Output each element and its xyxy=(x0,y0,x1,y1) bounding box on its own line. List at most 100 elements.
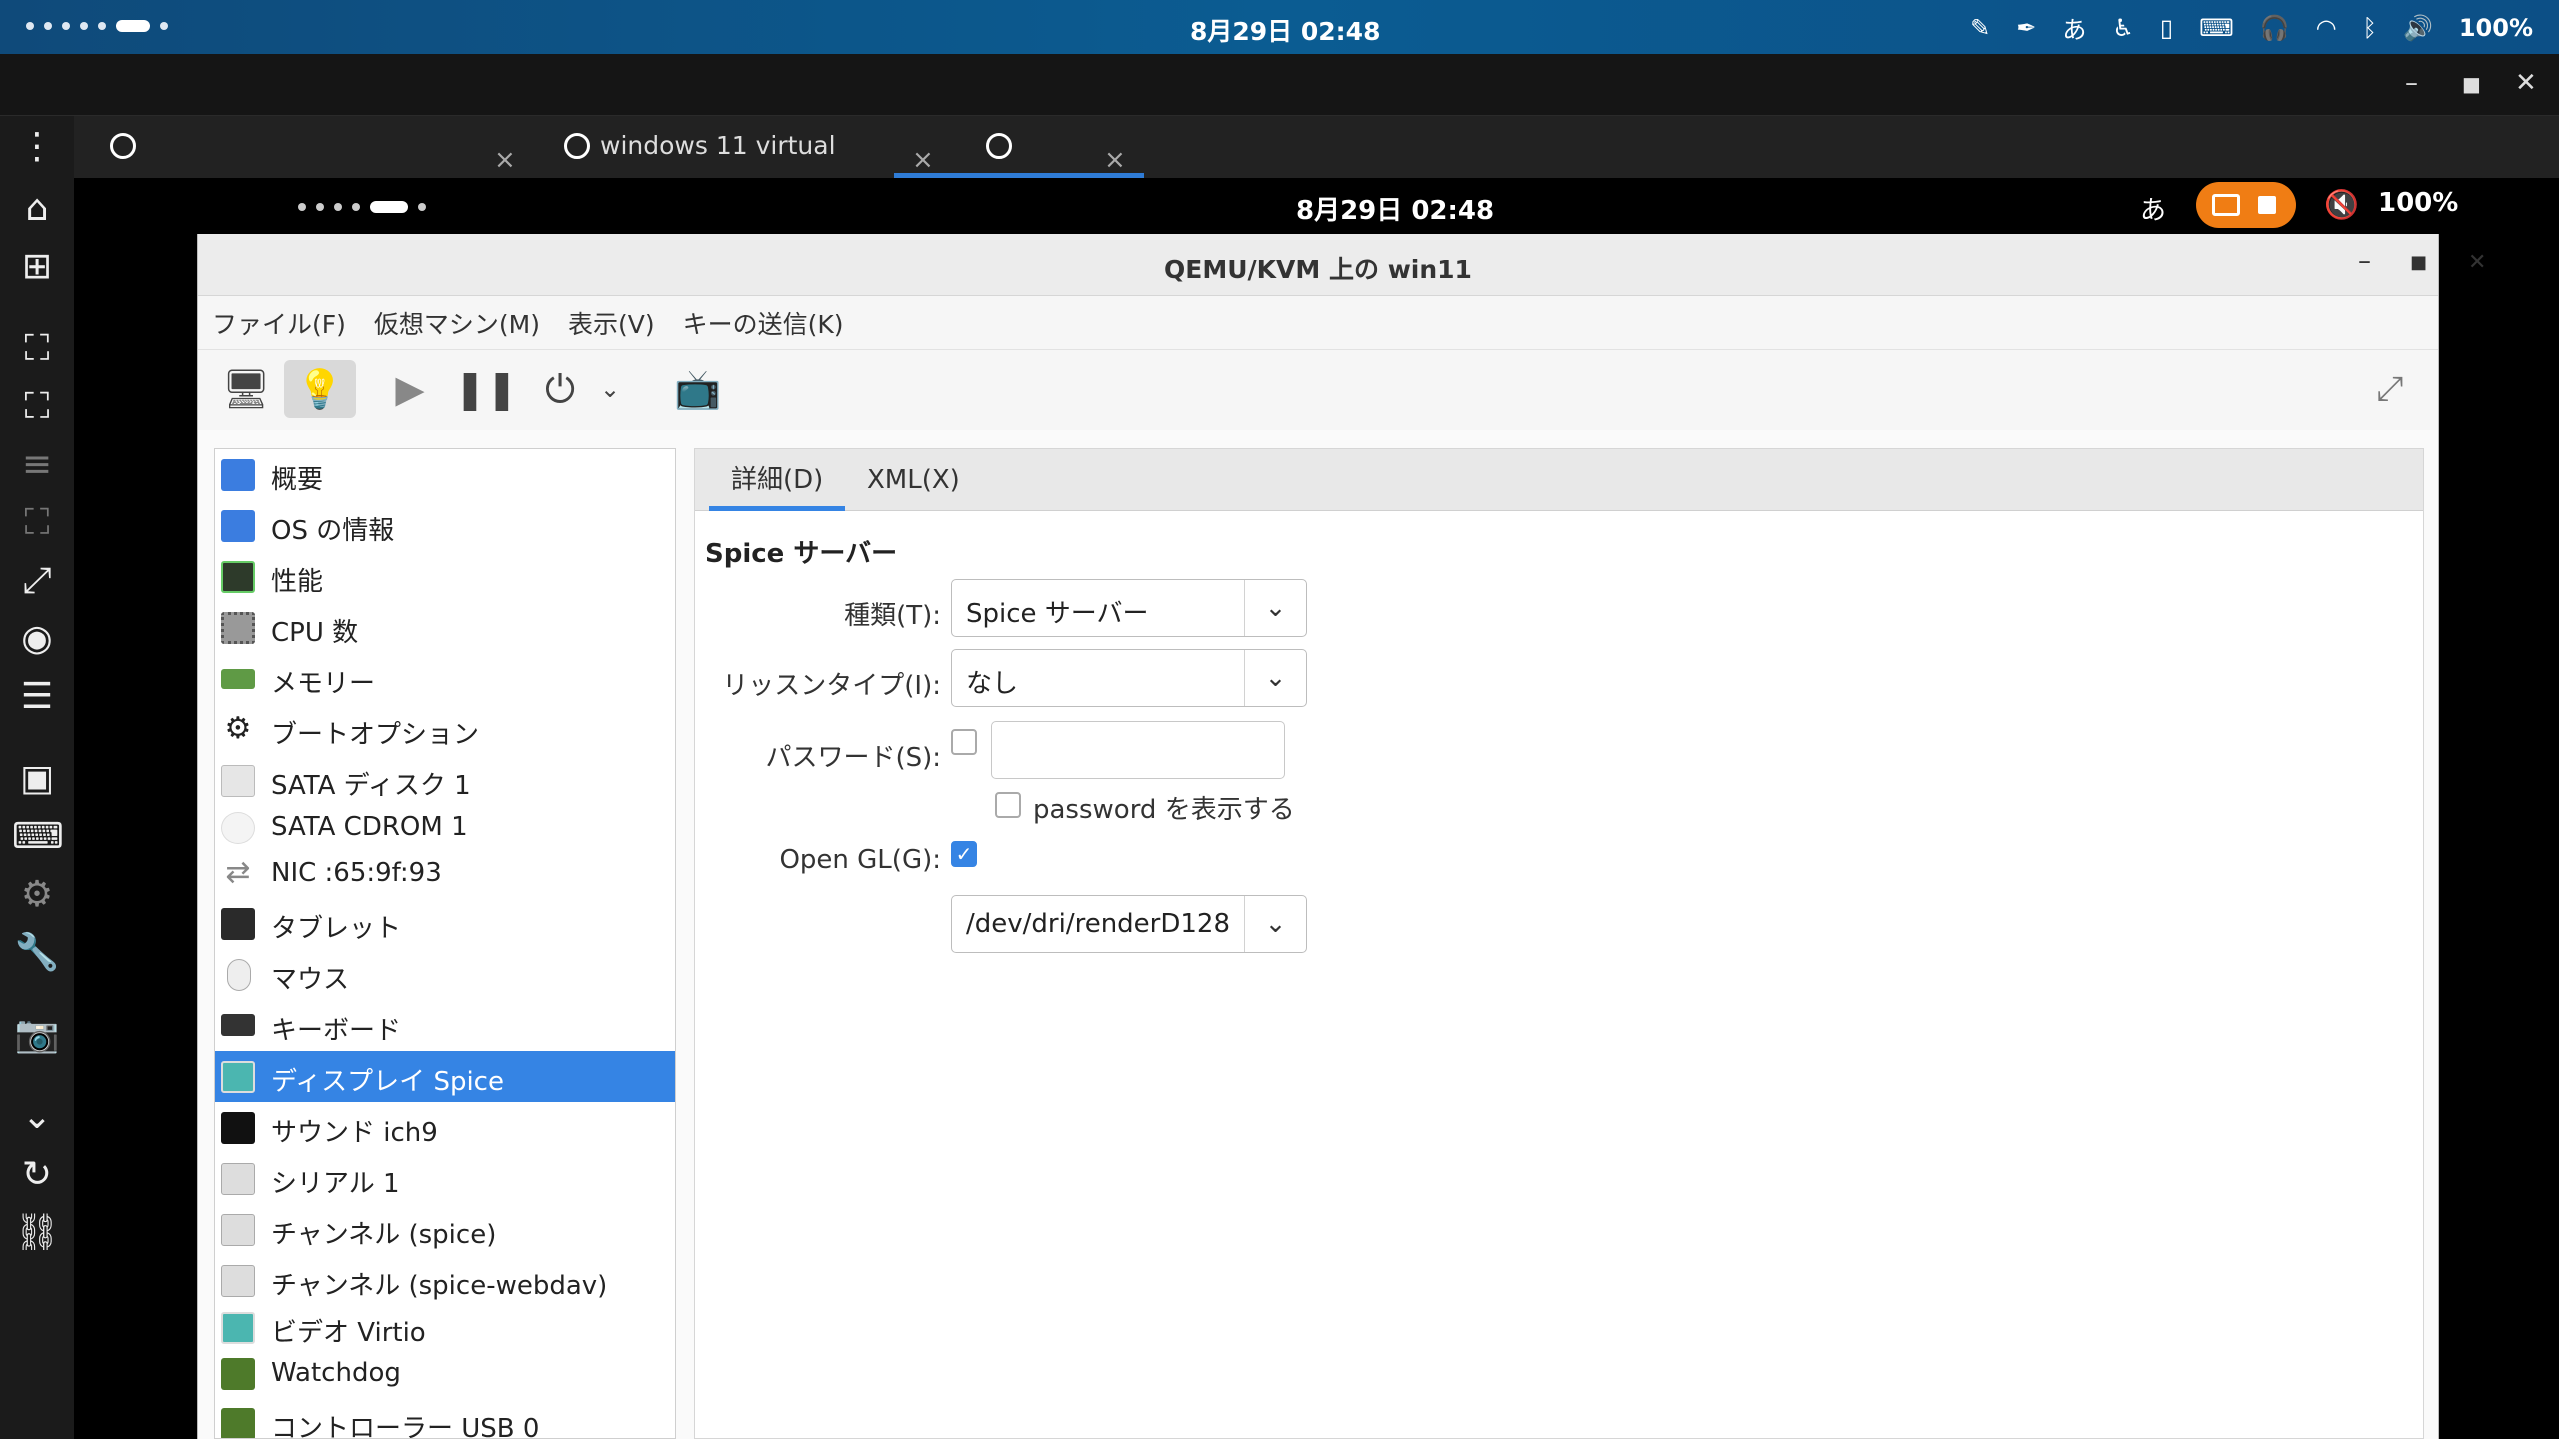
more-vert-icon[interactable]: ⋮ xyxy=(12,122,62,172)
minimize-icon[interactable]: – xyxy=(2358,246,2371,276)
list-item[interactable]: OS の情報 xyxy=(215,500,675,551)
list-item[interactable]: SATA ディスク 1 xyxy=(215,755,675,806)
fullscreen-button[interactable]: ⤢ xyxy=(2354,360,2426,418)
volume-icon[interactable]: 🔊 xyxy=(2403,14,2433,42)
cast-icon xyxy=(2212,194,2240,216)
type-select[interactable]: Spice サーバー ⌄ xyxy=(951,579,1307,637)
tab-details[interactable]: 詳細(D) xyxy=(709,449,846,511)
list-item[interactable]: チャンネル (spice-webdav) xyxy=(215,1255,675,1306)
maximize-icon[interactable]: ■ xyxy=(2462,72,2481,96)
wifi-icon[interactable]: ◠ xyxy=(2316,14,2337,42)
menubar: ファイル(F) 仮想マシン(M) 表示(V) キーの送信(K) xyxy=(198,296,2438,350)
mute-icon[interactable]: 🔇 xyxy=(2324,188,2359,221)
minimize-icon[interactable]: – xyxy=(2405,68,2418,98)
close-icon[interactable]: ✕ xyxy=(2515,68,2537,98)
menu-view[interactable]: 表示(V) xyxy=(568,305,655,341)
list-item[interactable]: コントローラー USB 0 xyxy=(215,1398,675,1438)
hardware-list: 概要 OS の情報 性能 CPU 数 メモリー ⚙ ブートオプション SATA デ… xyxy=(214,448,676,1439)
keyboard-icon[interactable]: ⌨ xyxy=(12,812,64,862)
list-item[interactable]: シリアル 1 xyxy=(215,1153,675,1204)
video-icon xyxy=(221,1312,255,1344)
list-item[interactable]: ディスプレイ Spice xyxy=(215,1051,675,1102)
list-item[interactable]: タブレット xyxy=(215,898,675,949)
add-tab-icon[interactable]: ⊞ xyxy=(12,242,62,292)
pen-icon[interactable]: ✒ xyxy=(2016,14,2036,42)
render-node-value: /dev/dri/renderD128 xyxy=(966,909,1231,939)
list-item[interactable]: SATA CDROM 1 xyxy=(215,806,675,852)
password-label: パスワード(S): xyxy=(765,743,941,773)
list-item[interactable]: メモリー xyxy=(215,653,675,704)
ime-indicator[interactable]: あ xyxy=(2062,10,2086,45)
list-item[interactable]: マウス xyxy=(215,949,675,1000)
shutdown-button[interactable]: ⏻ xyxy=(524,360,596,418)
render-node-select[interactable]: /dev/dri/renderD128 ⌄ xyxy=(951,895,1307,953)
connection-icon xyxy=(564,133,590,159)
opengl-label: Open GL(G): xyxy=(779,845,941,875)
stop-icon[interactable] xyxy=(2258,196,2276,214)
tab-xml[interactable]: XML(X) xyxy=(845,449,982,511)
disconnect-icon[interactable]: ⛓ xyxy=(12,1208,62,1258)
wrench-icon[interactable]: 🔧 xyxy=(12,928,62,978)
list-item[interactable]: ⇄ NIC :65:9f:93 xyxy=(215,852,675,898)
list-item-label: キーボード xyxy=(271,1016,402,1046)
serial-icon xyxy=(221,1163,255,1195)
list-item[interactable]: ⚙ ブートオプション xyxy=(215,704,675,755)
list-item[interactable]: 概要 xyxy=(215,449,675,500)
opengl-checkbox[interactable]: ✓ xyxy=(951,841,977,867)
settings-icon[interactable]: ⚙ xyxy=(12,870,62,920)
channel-icon xyxy=(221,1265,255,1297)
list-item-label: メモリー xyxy=(271,669,376,699)
eye-icon[interactable]: ◉ xyxy=(12,614,62,664)
show-password-label[interactable]: password を表示する xyxy=(1033,789,1295,826)
list-item[interactable]: ビデオ Virtio xyxy=(215,1306,675,1352)
list-item[interactable]: キーボード xyxy=(215,1000,675,1051)
list-item-label: シリアル 1 xyxy=(271,1169,400,1199)
list-item[interactable]: サウンド ich9 xyxy=(215,1102,675,1153)
chevron-down-icon: ⌄ xyxy=(1244,650,1306,706)
list-item[interactable]: Watchdog xyxy=(215,1352,675,1398)
details-tabs: 詳細(D) XML(X) xyxy=(695,449,2423,511)
list-icon[interactable]: ☰ xyxy=(12,672,62,722)
refresh-icon[interactable]: ↻ xyxy=(12,1150,62,1200)
list-item[interactable]: チャンネル (spice) xyxy=(215,1204,675,1255)
snapshots-button[interactable]: 📺 xyxy=(662,360,734,418)
password-input[interactable] xyxy=(991,721,1285,779)
window-titlebar: QEMU/KVM 上の win11 – ■ ✕ xyxy=(198,234,2486,296)
window-icon[interactable]: ▣ xyxy=(12,754,62,804)
bluetooth-icon[interactable]: ᛒ xyxy=(2363,14,2377,42)
list-item[interactable]: CPU 数 xyxy=(215,602,675,653)
camera-icon[interactable]: 📷 xyxy=(12,1010,62,1060)
home-icon[interactable]: ⌂ xyxy=(12,184,62,234)
maximize-icon[interactable]: ■ xyxy=(2410,252,2427,273)
scale-icon[interactable]: ⤢ xyxy=(12,556,62,606)
close-icon[interactable]: ✕ xyxy=(2468,250,2486,275)
tab-2[interactable]: windows 11 virtual × xyxy=(564,116,944,178)
power-icon: ⏻ xyxy=(544,367,576,411)
accessibility-icon[interactable]: ♿ xyxy=(2112,14,2134,42)
pen-off-icon[interactable]: ✎ xyxy=(1970,14,1990,42)
menu-file[interactable]: ファイル(F) xyxy=(212,305,346,341)
shutdown-menu-button[interactable]: ⌄ xyxy=(590,360,630,418)
fullscreen-icon[interactable]: ⛶ xyxy=(12,382,62,432)
menu-icon[interactable]: ≡ xyxy=(12,440,62,490)
details-button[interactable]: 💡 xyxy=(284,360,356,418)
menu-vm[interactable]: 仮想マシン(M) xyxy=(374,305,540,341)
pause-button[interactable]: ❚❚ xyxy=(450,360,522,418)
ime-indicator[interactable]: あ xyxy=(2140,190,2166,227)
fit-screen-icon[interactable]: ⛶ xyxy=(12,324,62,374)
watchdog-icon xyxy=(221,1358,255,1390)
console-button[interactable]: 🖥 xyxy=(210,360,282,418)
list-item[interactable]: 性能 xyxy=(215,551,675,602)
listen-type-select[interactable]: なし ⌄ xyxy=(951,649,1307,707)
remote-desktop[interactable]: 8月29日 02:48 あ 🔇 100% QEMU/KVM 上の win11 –… xyxy=(74,178,2559,1439)
chevron-down-icon[interactable]: ⌄ xyxy=(12,1092,62,1142)
show-password-checkbox[interactable] xyxy=(995,792,1021,818)
monitor-icon xyxy=(221,510,255,542)
password-checkbox[interactable] xyxy=(951,729,977,755)
screencast-indicator[interactable] xyxy=(2196,182,2296,228)
run-button[interactable]: ▶ xyxy=(374,360,446,418)
tab-1[interactable]: × xyxy=(74,116,524,178)
tab-3[interactable]: × xyxy=(894,116,1144,178)
menu-send-key[interactable]: キーの送信(K) xyxy=(683,305,844,341)
zoom-fit-icon[interactable]: ⛶ xyxy=(12,498,62,548)
